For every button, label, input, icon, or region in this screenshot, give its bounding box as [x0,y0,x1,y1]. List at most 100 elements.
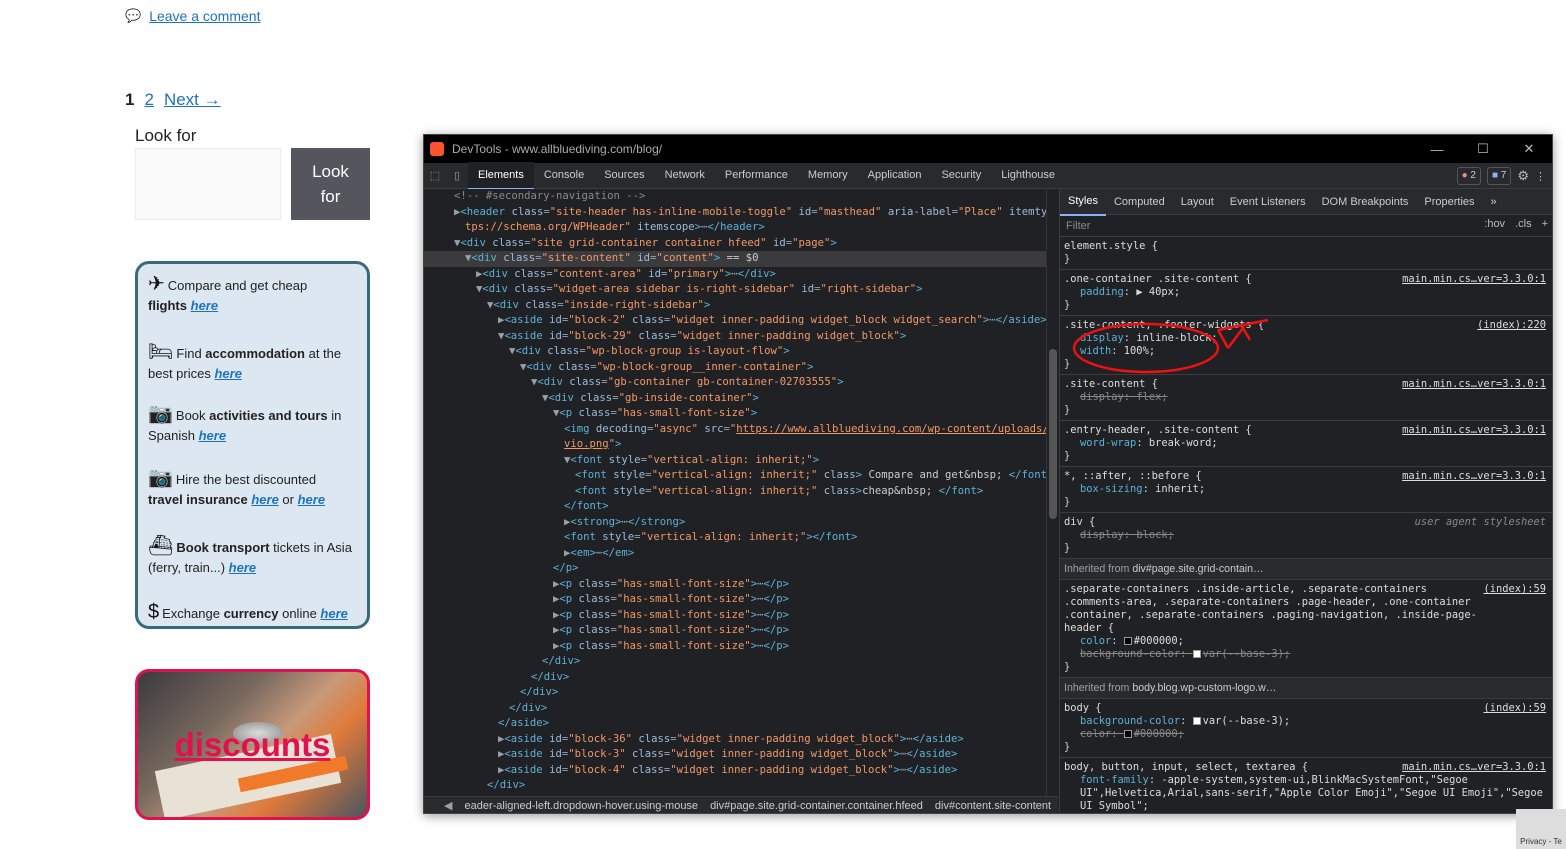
message-badge[interactable]: ■ 7 [1486,167,1512,185]
dom-node-line[interactable]: ▼<div class="gb-inside-container"> [424,391,1046,407]
dom-node-line[interactable]: <!-- #secondary-navigation --> [424,189,1046,205]
dom-node-line[interactable]: </font> [424,499,1046,515]
dom-node-line[interactable]: ▼<p class="has-small-font-size"> [424,406,1046,422]
dom-node-line[interactable]: <font style="vertical-align: inherit;" c… [424,468,1046,484]
dom-node-line[interactable]: </div> [424,778,1046,794]
dom-node-line[interactable]: tps://schema.org/WPHeader" itemscope>⋯</… [424,220,1046,236]
dom-node-line[interactable]: ▼<div class="site grid-container contain… [424,236,1046,252]
more-options-icon[interactable]: ⋮ [1535,170,1546,183]
device-toolbar-icon[interactable]: ▯ [446,169,468,182]
dom-node-line[interactable]: ▶<p class="has-small-font-size">⋯</p> [424,608,1046,624]
close-icon[interactable]: ✕ [1506,135,1552,163]
css-property[interactable]: box-sizing: inherit; [1064,483,1550,496]
filter-op[interactable]: + [1542,218,1548,230]
dom-node-line[interactable]: ▼<div class="wp-block-group__inner-conta… [424,360,1046,376]
tab-lighthouse[interactable]: Lighthouse [991,162,1065,190]
styles-tab-properties[interactable]: Properties [1416,189,1482,215]
styles-tab-styles[interactable]: Styles [1060,189,1106,216]
styles-tab-layout[interactable]: Layout [1173,189,1222,215]
dom-node-line[interactable]: ▼<div class="wp-block-group is-layout-fl… [424,344,1046,360]
styles-filter[interactable]: Filter :hov .cls + [1060,215,1552,237]
dom-node-line[interactable]: ▶<strong>⋯</strong> [424,515,1046,531]
settings-gear-icon[interactable]: ⚙ [1517,168,1529,184]
dom-node-line[interactable]: ▶<p class="has-small-font-size">⋯</p> [424,592,1046,608]
tab-network[interactable]: Network [655,162,715,190]
styles-tab-dom-breakpoints[interactable]: DOM Breakpoints [1314,189,1417,215]
css-property[interactable]: display: flex; [1064,391,1550,404]
inspect-element-icon[interactable]: ⬚ [424,169,446,182]
dom-node-line[interactable]: </div> [424,685,1046,701]
breadcrumb-item[interactable]: div#content.site-content [935,800,1051,812]
rule-source-link[interactable]: (index):220 [1477,319,1546,332]
insurance-link-2[interactable]: here [298,492,325,507]
insurance-link-1[interactable]: here [251,492,278,507]
dom-node-line[interactable]: ▶<div class="content-area" id="primary">… [424,267,1046,283]
dom-node-line[interactable]: ▶<aside id="block-36" class="widget inne… [424,732,1046,748]
page-2-link[interactable]: 2 [144,90,153,110]
filter-op[interactable]: :hov [1484,218,1505,230]
styles-tab-computed[interactable]: Computed [1106,189,1173,215]
dom-scrollbar[interactable] [1046,189,1058,796]
accommodation-link[interactable]: here [214,366,241,381]
tab-elements[interactable]: Elements [468,161,534,190]
rule-source-link[interactable]: main.min.cs…ver=3.3.0:1 [1402,424,1546,437]
tab-console[interactable]: Console [534,162,594,190]
dom-node-line[interactable]: ▼<div class="widget-area sidebar is-righ… [424,282,1046,298]
dom-node-line[interactable]: ▶<p class="has-small-font-size">⋯</p> [424,639,1046,655]
breadcrumb-item[interactable]: eader-aligned-left.dropdown-hover.using-… [464,800,698,812]
currency-link[interactable]: here [320,606,347,621]
tab-sources[interactable]: Sources [594,162,654,190]
transport-link[interactable]: here [229,560,256,575]
tab-application[interactable]: Application [858,162,932,190]
css-property[interactable]: display: inline-block; [1064,332,1550,345]
styles-tab--[interactable]: » [1483,189,1505,215]
dom-node-line[interactable]: vio.png"> [424,437,1046,453]
dom-node-line[interactable]: ▶<p class="has-small-font-size">⋯</p> [424,623,1046,639]
dom-node-line[interactable]: </div> [424,670,1046,686]
filter-op[interactable]: .cls [1515,218,1532,230]
css-property[interactable]: padding: ▶ 40px; [1064,286,1550,299]
dom-node-line[interactable]: ▶<aside id="block-2" class="widget inner… [424,313,1046,329]
rule-source-link[interactable]: main.min.cs…ver=3.3.0:1 [1402,273,1546,286]
styles-tab-event-listeners[interactable]: Event Listeners [1222,189,1314,215]
rule-source-link[interactable]: main.min.cs…ver=3.3.0:1 [1402,470,1546,483]
dom-node-line[interactable]: ▼<div class="gb-container gb-container-0… [424,375,1046,391]
dom-node-line[interactable]: ▼<font style="vertical-align: inherit;"> [424,453,1046,469]
dom-node-line[interactable]: </div> [424,654,1046,670]
dom-node-line[interactable]: </aside> [424,716,1046,732]
search-input[interactable] [135,148,281,220]
minimize-icon[interactable]: — [1414,135,1460,163]
flights-link[interactable]: here [191,298,218,313]
dom-node-line[interactable]: ▼<div class="inside-right-sidebar"> [424,298,1046,314]
dom-node-line[interactable]: </p> [424,561,1046,577]
rule-source-link[interactable]: (index):59 [1483,583,1546,596]
rule-source-link[interactable]: main.min.cs…ver=3.3.0:1 [1402,761,1546,774]
dom-node-line[interactable]: <img decoding="async" src="https://www.a… [424,422,1046,438]
dom-node-line[interactable]: ▶<aside id="block-3" class="widget inner… [424,747,1046,763]
search-button[interactable]: Look for [291,148,370,220]
dom-node-line[interactable]: ▶<em>⋯</em> [424,546,1046,562]
leave-comment-link[interactable]: Leave a comment [149,8,260,24]
dom-node-line[interactable]: ▶<header class="site-header has-inline-m… [424,205,1046,221]
maximize-icon[interactable]: ☐ [1460,135,1506,163]
discounts-banner[interactable]: discounts [135,669,370,820]
next-page-link[interactable]: Next → [164,90,221,110]
tab-security[interactable]: Security [931,162,991,190]
dom-node-line[interactable]: ▶<aside id="block-4" class="widget inner… [424,763,1046,779]
css-property[interactable]: word-wrap: break-word; [1064,437,1550,450]
filter-input[interactable]: Filter [1066,220,1090,232]
dom-node-line[interactable]: </div> [424,701,1046,717]
dom-node-line[interactable]: ▼<aside id="block-29" class="widget inne… [424,329,1046,345]
tab-performance[interactable]: Performance [715,162,798,190]
rule-source-link[interactable]: main.min.cs…ver=3.3.0:1 [1402,378,1546,391]
dom-node-line[interactable]: <font style="vertical-align: inherit;"><… [424,530,1046,546]
activities-link[interactable]: here [199,428,226,443]
breadcrumb-item[interactable]: div#page.site.grid-container.container.h… [710,800,923,812]
rule-source-link[interactable]: (index):59 [1483,702,1546,715]
css-property[interactable]: width: 100%; [1064,345,1550,358]
error-badge[interactable]: ● 2 [1456,167,1481,185]
tab-memory[interactable]: Memory [798,162,858,190]
css-property[interactable]: display: block; [1064,529,1550,542]
dom-node-line[interactable]: <font style="vertical-align: inherit;" c… [424,484,1046,500]
breadcrumb-item[interactable]: ◀ [444,800,452,812]
